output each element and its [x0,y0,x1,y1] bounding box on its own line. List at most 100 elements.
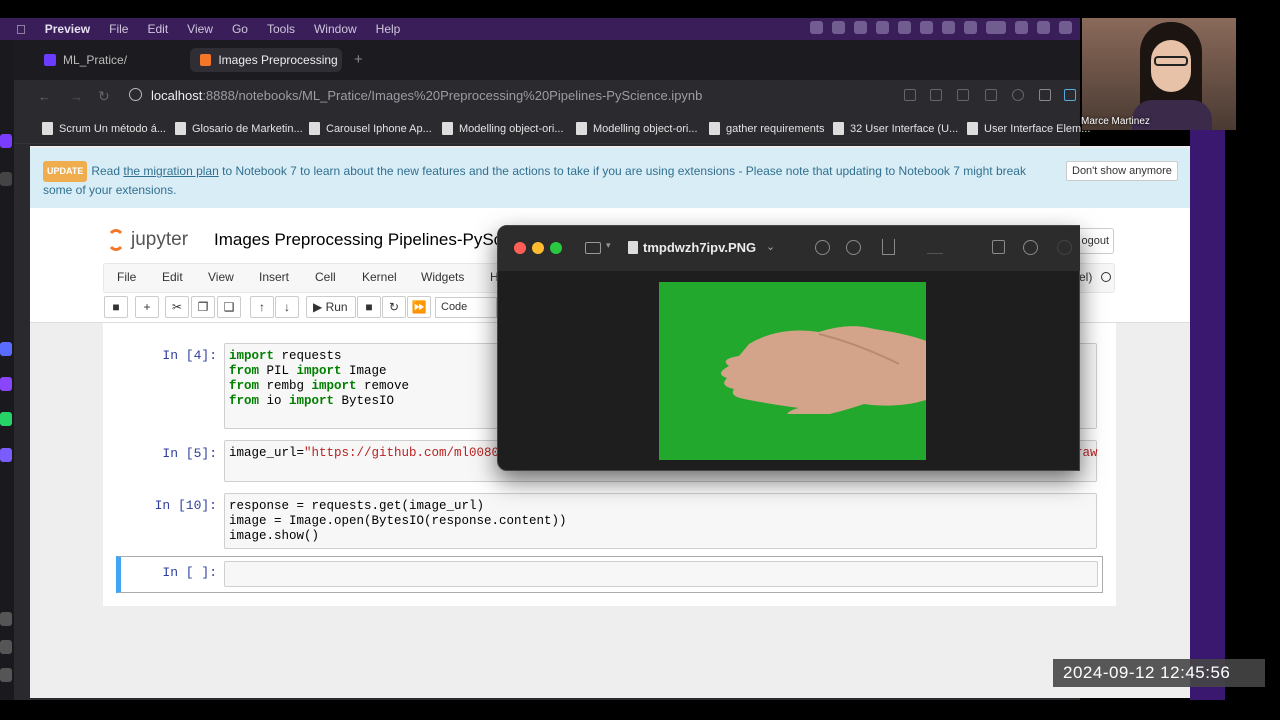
tray-icon[interactable] [942,21,955,34]
add-cell-icon[interactable]: + [135,296,159,318]
tray-icon[interactable] [898,21,911,34]
dont-show-anymore-button[interactable]: Don't show anymore [1066,161,1178,181]
menu-app-name[interactable]: Preview [45,22,90,36]
bookmark-icon[interactable] [0,172,12,186]
preview-filename[interactable]: tmpdwzh7ipv.PNG [643,240,756,255]
heart-icon[interactable] [0,612,12,626]
globe-icon[interactable] [129,88,142,101]
sidebar-toggle-icon[interactable] [1064,89,1076,101]
migration-plan-link[interactable]: the migration plan [123,164,218,178]
sidebar-icon[interactable] [585,242,601,254]
bookmark-label: gather requirements [726,122,825,135]
play-icon[interactable] [985,89,997,101]
bookmark-item[interactable]: Glosario de Marketin... [175,122,303,135]
nb-menu-kernel[interactable]: Kernel [362,270,397,284]
chevron-down-icon[interactable]: ⌄ [766,240,775,253]
code-token: import [296,364,342,378]
arc-app-icon[interactable] [0,342,12,356]
save-icon[interactable]: ■ [104,296,128,318]
close-window-icon[interactable] [514,242,526,254]
markup-pen-icon[interactable] [927,240,943,254]
cell-prompt: In [ ]: [162,565,217,580]
move-down-icon[interactable]: ↓ [275,296,299,318]
messenger-icon[interactable] [0,377,12,391]
menu-go[interactable]: Go [232,22,248,36]
camera-icon[interactable] [930,89,942,101]
zoom-out-icon[interactable] [815,240,830,255]
nb-menu-insert[interactable]: Insert [259,270,289,284]
nb-menu-widgets[interactable]: Widgets [421,270,464,284]
back-arrow-icon[interactable]: ← [38,89,51,104]
code-cell-open-image[interactable]: response = requests.get(image_url) image… [224,493,1097,549]
hand-green-screen-image [659,282,926,460]
code-cell-empty-input[interactable] [224,561,1098,587]
url-field[interactable]: localhost:8888/notebooks/ML_Pratice/Imag… [151,88,702,103]
zoom-in-icon[interactable] [846,240,861,255]
restart-icon[interactable]: ↻ [382,296,406,318]
copy-icon[interactable]: ❐ [191,296,215,318]
bookmark-label: Scrum Un método á... [59,122,166,135]
battery-icon[interactable] [986,21,1006,34]
jupyter-logo[interactable]: jupyter [107,229,188,251]
rotate-icon[interactable] [992,240,1005,254]
nb-menu-edit[interactable]: Edit [162,270,183,284]
tab-ml-pratice[interactable]: ML_Pratice/ [34,48,186,72]
search-icon[interactable] [1037,21,1050,34]
whatsapp-icon[interactable] [0,412,12,426]
zoom-window-icon[interactable] [550,242,562,254]
share-icon[interactable] [882,239,895,255]
history-icon[interactable] [0,640,12,654]
bookmark-item[interactable]: gather requirements [709,122,824,135]
move-up-icon[interactable]: ↑ [250,296,274,318]
tray-icon[interactable] [832,21,845,34]
cut-icon[interactable]: ✂ [165,296,189,318]
bookmark-item[interactable]: Modelling object-ori... [442,122,564,135]
search-icon[interactable] [1057,240,1072,255]
new-tab-plus-icon[interactable]: + [354,51,363,68]
menu-view[interactable]: View [187,22,213,36]
markup-icon[interactable] [1023,240,1038,255]
fast-forward-icon[interactable]: ⏩ [407,296,431,318]
apple-icon[interactable]:  [16,22,26,37]
menu-file[interactable]: File [109,22,128,36]
bookmark-item[interactable]: Scrum Un método á... [42,122,166,135]
tray-icon[interactable] [920,21,933,34]
more-icon[interactable] [0,668,12,682]
control-center-icon[interactable] [1059,21,1072,34]
headphones-icon[interactable] [0,448,12,462]
tray-icon[interactable] [854,21,867,34]
menu-tools[interactable]: Tools [267,22,295,36]
chevron-down-icon[interactable]: ▾ [606,240,611,251]
notebook-title[interactable]: Images Preprocessing Pipelines-PySc [214,230,502,250]
bookmark-item[interactable]: User Interface Elem... [967,122,1090,135]
home-icon[interactable] [0,134,12,148]
reload-icon[interactable]: ↻ [98,88,110,105]
nb-menu-cell[interactable]: Cell [315,270,336,284]
stop-icon[interactable]: ■ [357,296,381,318]
forward-arrow-icon[interactable]: → [70,89,83,104]
nb-menu-view[interactable]: View [208,270,234,284]
nb-menu-file[interactable]: File [117,270,136,284]
tray-icon[interactable] [964,21,977,34]
menu-help[interactable]: Help [376,22,401,36]
bookmark-item[interactable]: 32 User Interface (U... [833,122,958,135]
tray-icon[interactable] [876,21,889,34]
cell-type-select[interactable]: Code [435,297,497,318]
logout-button[interactable]: ogout [1074,228,1114,254]
menu-edit[interactable]: Edit [147,22,168,36]
jupyter-logo-text: jupyter [131,229,189,250]
bookmark-item[interactable]: Carousel Iphone Ap... [309,122,432,135]
bookmark-item[interactable]: Modelling object-ori... [576,122,698,135]
share-icon[interactable] [904,89,916,101]
extension-icon[interactable] [957,89,969,101]
run-button[interactable]: ▶ Run [306,296,356,318]
paste-icon[interactable]: ❑ [217,296,241,318]
menu-window[interactable]: Window [314,22,357,36]
jupyter-favicon [200,54,212,66]
wifi-icon[interactable] [1015,21,1028,34]
download-icon[interactable] [1039,89,1051,101]
tab-images-preprocessing[interactable]: Images Preprocessing P [190,48,342,72]
minimize-window-icon[interactable] [532,242,544,254]
tray-icon[interactable] [810,21,823,34]
heart-icon[interactable] [1012,89,1024,101]
